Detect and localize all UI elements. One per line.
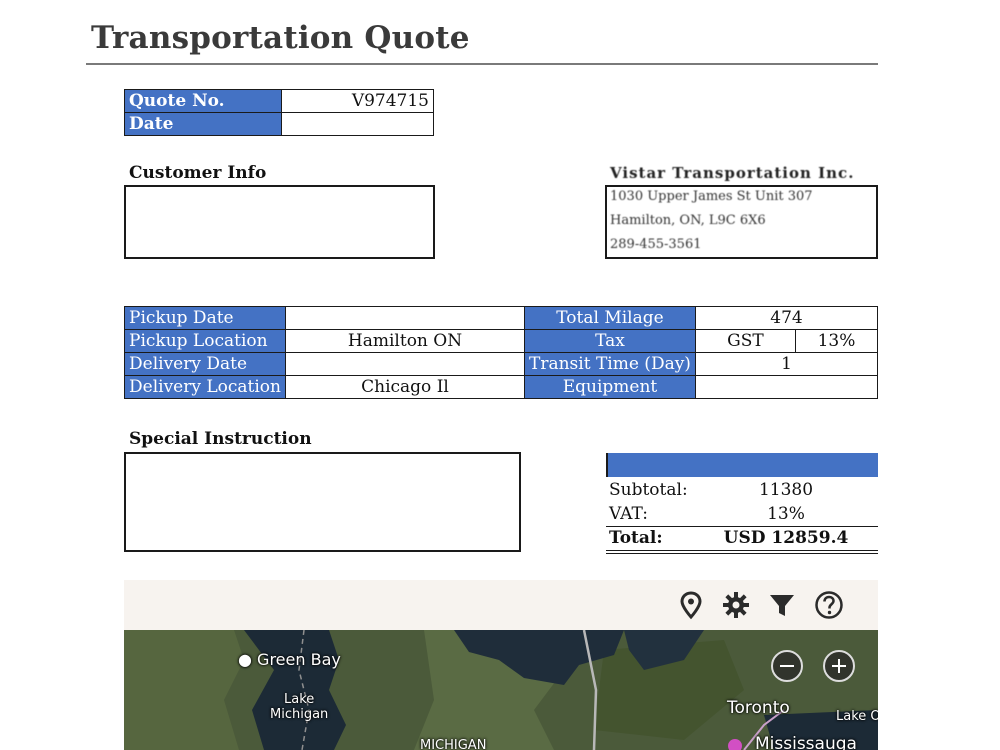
delivery-date-value[interactable] (285, 352, 525, 376)
transit-time-label: Transit Time (Day) (524, 352, 696, 376)
subtotal-label: Subtotal: (609, 480, 688, 500)
total-double-rule-1 (606, 550, 878, 551)
customer-info-box[interactable] (124, 185, 435, 259)
vat-label: VAT: (609, 504, 648, 524)
page-title: Transportation Quote (91, 20, 470, 56)
vat-row: VAT: 13% (606, 502, 878, 526)
total-milage-label: Total Milage (524, 306, 696, 330)
special-instruction-label: Special Instruction (129, 429, 312, 449)
quote-date-value[interactable] (281, 112, 434, 136)
help-icon[interactable] (814, 590, 844, 620)
special-instruction-box[interactable] (124, 452, 521, 552)
vendor-address-line1: 1030 Upper James St Unit 307 (610, 189, 813, 204)
satellite-map-image[interactable] (124, 630, 878, 750)
transit-time-value[interactable]: 1 (694, 352, 879, 376)
delivery-date-label: Delivery Date (124, 352, 286, 376)
subtotal-value: 11380 (758, 480, 814, 500)
quote-number-value[interactable]: V974715 (281, 89, 434, 113)
quote-info-table: Quote No. V974715 Date (124, 89, 434, 136)
pickup-date-label: Pickup Date (124, 306, 286, 330)
map-label-toronto: Toronto (727, 698, 790, 718)
tax-type-value[interactable]: GST (694, 329, 796, 353)
vendor-info-box: 1030 Upper James St Unit 307 Hamilton, O… (605, 185, 878, 259)
tax-label: Tax (524, 329, 696, 353)
location-pin-icon[interactable] (676, 590, 706, 620)
subtotal-row: Subtotal: 11380 (606, 478, 878, 502)
minus-icon (780, 665, 794, 667)
vat-value: 13% (767, 504, 805, 524)
quote-date-label: Date (124, 112, 282, 136)
vendor-name: Vistar Transportation Inc. (610, 164, 855, 182)
route-map[interactable]: ● Green Bay Lake Michigan MICHIGAN Toron… (124, 580, 878, 750)
gear-icon[interactable] (721, 590, 751, 620)
filter-icon[interactable] (767, 590, 797, 620)
quote-number-label: Quote No. (124, 89, 282, 113)
map-label-lake-michigan-2: Michigan (270, 707, 329, 722)
equipment-label: Equipment (524, 375, 696, 399)
total-milage-value[interactable]: 474 (694, 306, 879, 330)
zoom-in-button[interactable] (823, 650, 855, 682)
map-label-green-bay: ● Green Bay (238, 650, 341, 669)
map-label-mississauga: Mississauga (755, 734, 857, 750)
totals-header-bar (606, 453, 878, 477)
total-double-rule-2 (606, 553, 878, 554)
total-label: Total: (609, 528, 663, 548)
total-value: USD 12859.4 (723, 528, 849, 548)
delivery-location-value[interactable]: Chicago Il (285, 375, 525, 399)
zoom-out-button[interactable] (771, 650, 803, 682)
map-label-green-bay-text: Green Bay (257, 650, 341, 669)
pickup-date-value[interactable] (285, 306, 525, 330)
customer-info-label: Customer Info (129, 163, 267, 183)
map-toolbar (124, 580, 878, 630)
shipment-table: Pickup Date Total Milage 474 Pickup Loca… (124, 306, 879, 399)
title-divider (86, 63, 878, 65)
pickup-location-label: Pickup Location (124, 329, 286, 353)
equipment-value[interactable] (694, 375, 879, 399)
vendor-address-line2: Hamilton, ON, L9C 6X6 (610, 213, 766, 228)
map-label-michigan: MICHIGAN (420, 738, 487, 750)
tax-rate-value[interactable]: 13% (794, 329, 879, 353)
map-label-lake-michigan-1: Lake (284, 692, 315, 707)
delivery-location-label: Delivery Location (124, 375, 286, 399)
vendor-phone: 289-455-3561 (610, 237, 702, 252)
total-row: Total: USD 12859.4 (606, 526, 878, 550)
map-label-lake-ontario: Lake O (836, 709, 878, 724)
pickup-location-value[interactable]: Hamilton ON (285, 329, 525, 353)
plus-icon-v (838, 659, 840, 673)
